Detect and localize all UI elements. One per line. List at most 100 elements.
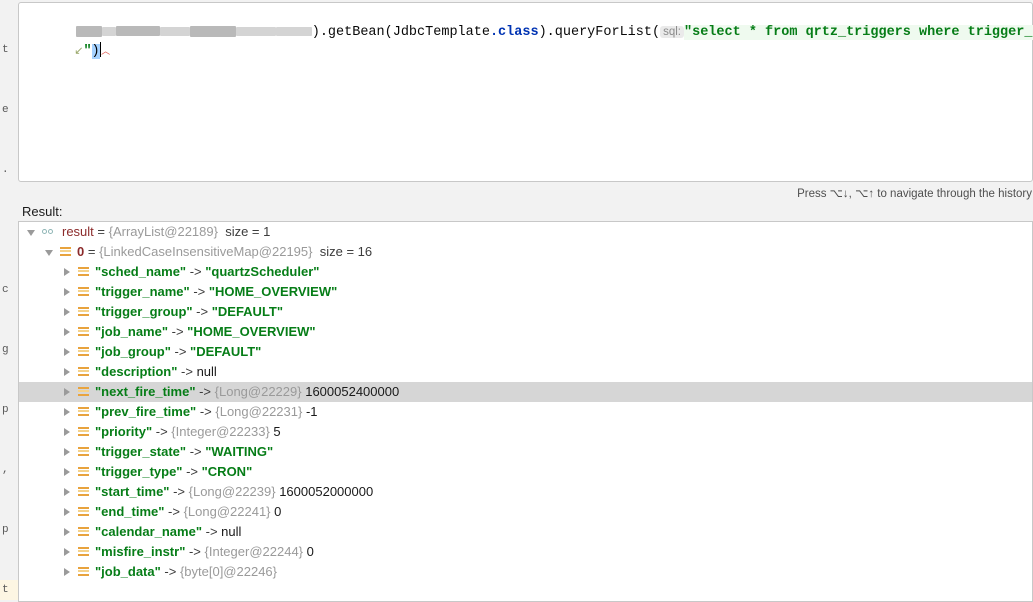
map-entry-icon: [78, 366, 89, 378]
chevron-right-icon[interactable]: [63, 387, 74, 398]
tree-row-child[interactable]: 0 = {LinkedCaseInsensitiveMap@22195} siz…: [19, 242, 1032, 262]
tree-row-entry[interactable]: "trigger_group" -> "DEFAULT": [19, 302, 1032, 322]
entry-type: {byte[0]@22246}: [179, 564, 277, 579]
chevron-right-icon[interactable]: [63, 447, 74, 458]
chevron-right-icon[interactable]: [63, 367, 74, 378]
entry-arrow: ->: [186, 444, 206, 459]
chevron-right-icon[interactable]: [63, 567, 74, 578]
background-editor-gutter: t e . c g p , p t n l s e s t c g e o t …: [0, 0, 18, 602]
tree-row-entry[interactable]: "job_name" -> "HOME_OVERVIEW": [19, 322, 1032, 342]
chevron-right-icon[interactable]: [63, 407, 74, 418]
root-equals: =: [97, 224, 106, 239]
result-tree[interactable]: result = {ArrayList@22189} size = 1 0 = …: [18, 221, 1033, 602]
tree-row-entry[interactable]: "trigger_state" -> "WAITING": [19, 442, 1032, 462]
entry-key: "start_time": [95, 484, 170, 499]
chevron-down-icon[interactable]: [27, 227, 38, 238]
map-entry-icon: [78, 566, 89, 578]
entry-type: {Integer@22244}: [204, 544, 304, 559]
chevron-right-icon[interactable]: [63, 487, 74, 498]
entry-value: "CRON": [201, 464, 253, 479]
tree-row-root[interactable]: result = {ArrayList@22189} size = 1: [19, 222, 1032, 242]
tree-row-entry[interactable]: "prev_fire_time" -> {Long@22231} -1: [19, 402, 1032, 422]
entry-value: 0: [306, 544, 314, 559]
entry-key: "end_time": [95, 504, 165, 519]
chevron-down-icon[interactable]: [45, 247, 56, 258]
chevron-right-icon[interactable]: [63, 307, 74, 318]
entry-key: "job_group": [95, 344, 171, 359]
entry-arrow: ->: [202, 524, 222, 539]
entry-value: "HOME_OVERVIEW": [208, 284, 338, 299]
root-node-type: {ArrayList@22189}: [108, 224, 218, 239]
tree-row-entry[interactable]: "next_fire_time" -> {Long@22229} 1600052…: [19, 382, 1032, 402]
tree-row-entry[interactable]: "trigger_name" -> "HOME_OVERVIEW": [19, 282, 1032, 302]
tree-row-entry[interactable]: "end_time" -> {Long@22241} 0: [19, 502, 1032, 522]
expression-line-2[interactable]: ↙") ︿: [19, 23, 1032, 59]
entry-key: "trigger_state": [95, 444, 187, 459]
entry-arrow: ->: [168, 324, 188, 339]
entry-arrow: ->: [152, 424, 172, 439]
tree-row-entry[interactable]: "priority" -> {Integer@22233} 5: [19, 422, 1032, 442]
entry-arrow: ->: [164, 504, 184, 519]
wrap-continuation-icon: ↙: [67, 46, 84, 58]
tree-row-entry[interactable]: "start_time" -> {Long@22239} 16000520000…: [19, 482, 1032, 502]
history-navigation-hint: Press ⌥↓, ⌥↑ to navigate through the his…: [18, 183, 1033, 203]
entry-arrow: ->: [169, 484, 189, 499]
entry-value: 1600052400000: [305, 384, 400, 399]
expression-line-1[interactable]: ).getBean(JdbcTemplate.class).queryForLi…: [19, 4, 1033, 40]
child-node-size: size = 16: [319, 244, 373, 259]
chevron-right-icon[interactable]: [63, 327, 74, 338]
entry-value: "quartzScheduler": [205, 264, 320, 279]
map-entry-icon: [78, 346, 89, 358]
map-entry-icon: [78, 526, 89, 538]
entry-key: "trigger_type": [95, 464, 183, 479]
chevron-right-icon[interactable]: [63, 287, 74, 298]
map-entry-icon: [78, 406, 89, 418]
map-entry-icon: [78, 486, 89, 498]
entry-value: "DEFAULT": [211, 304, 284, 319]
child-equals: =: [87, 244, 96, 259]
map-entry-icon: [78, 446, 89, 458]
entry-arrow: ->: [186, 264, 206, 279]
entry-type: {Integer@22233}: [171, 424, 270, 439]
entry-key: "next_fire_time": [95, 384, 196, 399]
map-entry-icon: [78, 506, 89, 518]
chevron-right-icon[interactable]: [63, 507, 74, 518]
child-node-type: {LinkedCaseInsensitiveMap@22195}: [99, 244, 313, 259]
evaluate-expression-panel: t e . c g p , p t n l s e s t c g e o t …: [0, 0, 1033, 602]
tree-row-entry[interactable]: "description" -> null: [19, 362, 1032, 382]
chevron-right-icon[interactable]: [63, 427, 74, 438]
entry-key: "trigger_name": [95, 284, 190, 299]
map-entry-icon: [78, 326, 89, 338]
chevron-right-icon[interactable]: [63, 467, 74, 478]
selected-paren: ): [91, 44, 100, 59]
chevron-right-icon[interactable]: [63, 347, 74, 358]
entry-type: {Long@22231}: [215, 404, 303, 419]
chevron-right-icon[interactable]: [63, 267, 74, 278]
tree-row-entry[interactable]: "job_group" -> "DEFAULT": [19, 342, 1032, 362]
entry-key: "sched_name": [95, 264, 187, 279]
chevron-right-icon[interactable]: [63, 547, 74, 558]
watch-icon: [42, 226, 56, 238]
map-entry-icon: [78, 286, 89, 298]
result-label: Result:: [22, 204, 63, 219]
tree-row-entry[interactable]: "trigger_type" -> "CRON": [19, 462, 1032, 482]
tree-row-entry[interactable]: "misfire_instr" -> {Integer@22244} 0: [19, 542, 1032, 562]
map-entry-icon: [78, 266, 89, 278]
entry-key: "calendar_name": [95, 524, 202, 539]
chevron-right-icon[interactable]: [63, 527, 74, 538]
tree-row-entry[interactable]: "job_data" -> {byte[0]@22246}: [19, 562, 1032, 582]
error-squiggle-icon: ︿: [101, 47, 111, 57]
entry-arrow: ->: [196, 404, 216, 419]
tree-row-entry[interactable]: "sched_name" -> "quartzScheduler": [19, 262, 1032, 282]
entry-type: {Long@22229}: [214, 384, 302, 399]
map-entry-icon: [60, 246, 71, 258]
entry-key: "description": [95, 364, 178, 379]
entry-key: "prev_fire_time": [95, 404, 197, 419]
entry-value: "WAITING": [205, 444, 274, 459]
tree-row-entry[interactable]: "calendar_name" -> null: [19, 522, 1032, 542]
expression-editor[interactable]: ).getBean(JdbcTemplate.class).queryForLi…: [18, 2, 1033, 182]
entry-key: "trigger_group": [95, 304, 193, 319]
entry-arrow: ->: [182, 464, 202, 479]
entry-value: "DEFAULT": [190, 344, 262, 359]
child-node-index: 0: [77, 244, 85, 259]
